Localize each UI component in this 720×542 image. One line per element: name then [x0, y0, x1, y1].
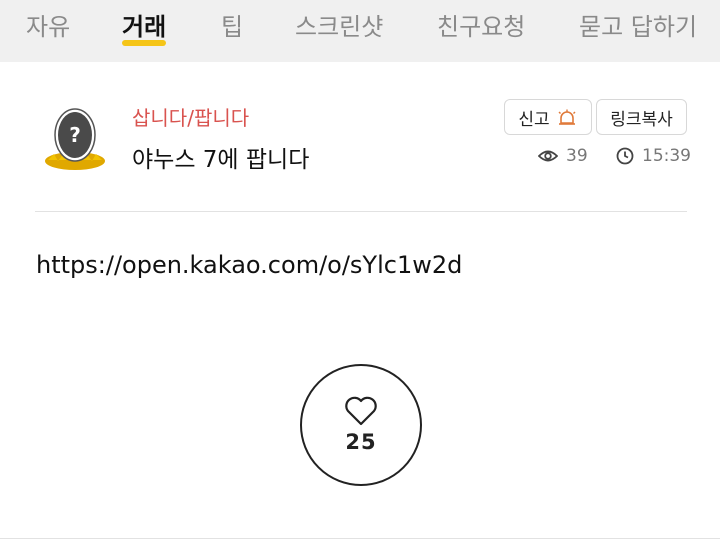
author-avatar[interactable]: ?: [42, 104, 108, 174]
category-tab-bar: 자유 거래 팁 스크린샷 친구요청 묻고 답하기: [0, 0, 720, 62]
post-category[interactable]: 삽니다/팝니다: [132, 104, 249, 132]
view-count-value: 39: [566, 146, 588, 166]
post-body-link[interactable]: https://open.kakao.com/o/sYlc1w2d: [36, 248, 462, 282]
view-count: 39: [538, 146, 588, 166]
post-time: 15:39: [616, 146, 691, 166]
tab-friend-requests[interactable]: 친구요청: [437, 10, 525, 44]
mystery-egg-avatar-icon: ?: [45, 108, 105, 170]
heart-icon: [345, 396, 377, 426]
tab-screenshots[interactable]: 스크린샷: [295, 10, 383, 44]
active-tab-indicator: [122, 40, 167, 46]
tab-tips[interactable]: 팁: [221, 10, 243, 44]
clock-icon: [616, 147, 634, 165]
bottom-divider: [0, 538, 720, 539]
tab-trade[interactable]: 거래: [122, 10, 167, 46]
tab-trade-label: 거래: [122, 13, 167, 41]
siren-icon: [558, 109, 576, 125]
eye-icon: [538, 150, 558, 162]
report-label: 신고: [518, 109, 550, 130]
post-title: 야누스 7에 팝니다: [132, 147, 310, 173]
report-button[interactable]: 신고: [504, 99, 592, 135]
svg-text:?: ?: [69, 123, 81, 147]
tab-free[interactable]: 자유: [26, 10, 70, 44]
like-count: 25: [345, 430, 377, 454]
post-time-value: 15:39: [642, 146, 691, 166]
copy-link-label: 링크복사: [610, 109, 673, 130]
like-button[interactable]: 25: [300, 364, 422, 486]
tab-qna[interactable]: 묻고 답하기: [579, 10, 697, 44]
copy-link-button[interactable]: 링크복사: [596, 99, 687, 135]
header-divider: [35, 211, 687, 212]
